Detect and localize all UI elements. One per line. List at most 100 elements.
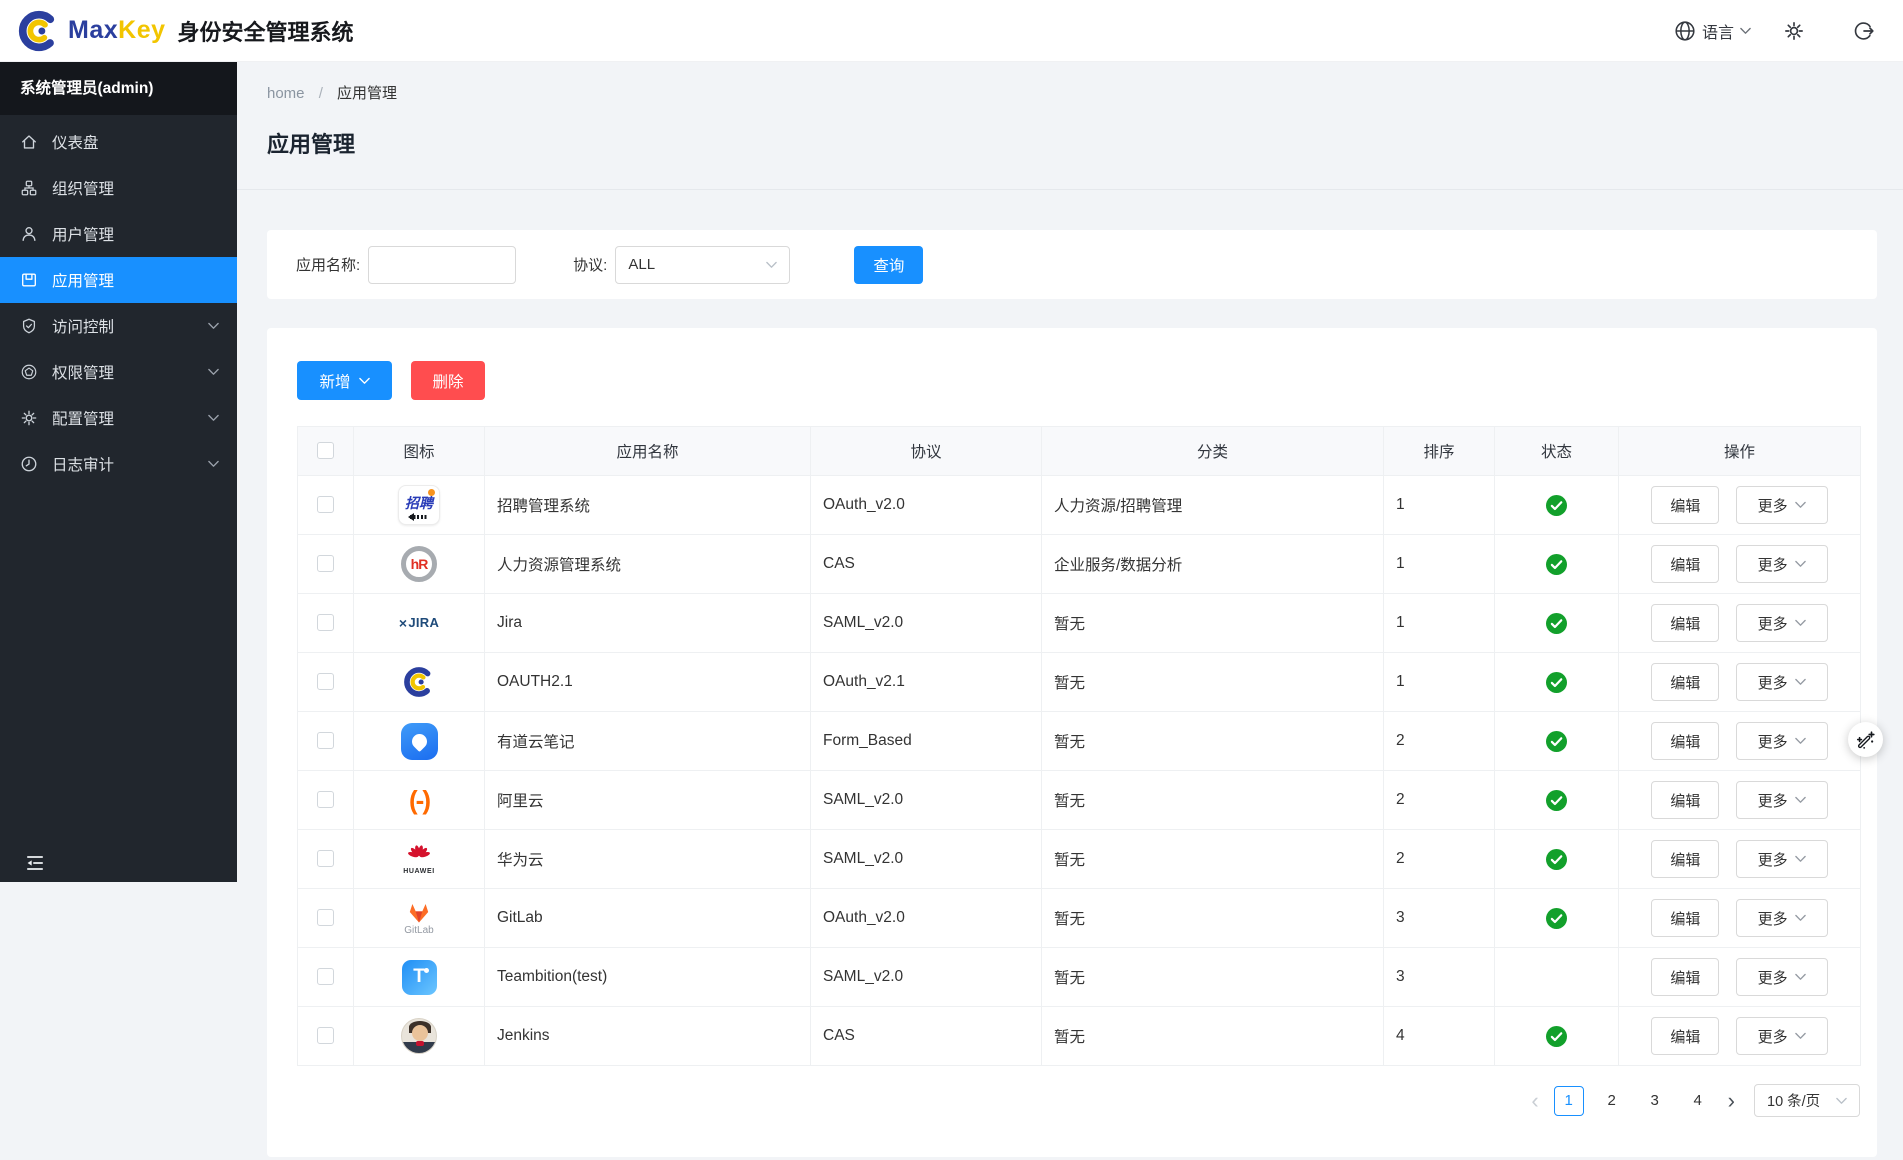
more-button[interactable]: 更多 <box>1736 663 1828 701</box>
sidebar-item-access-control[interactable]: 访问控制 <box>0 303 237 349</box>
row-checkbox[interactable] <box>317 496 334 513</box>
edit-button[interactable]: 编辑 <box>1651 781 1719 819</box>
sort-cell: 2 <box>1384 712 1495 771</box>
sidebar-item-applications[interactable]: 应用管理 <box>0 257 237 303</box>
hr-app-icon: hR <box>401 546 437 582</box>
edit-button[interactable]: 编辑 <box>1651 1017 1719 1055</box>
page-button-4[interactable]: 4 <box>1683 1086 1713 1116</box>
chevron-down-icon <box>1795 560 1806 568</box>
edit-button[interactable]: 编辑 <box>1651 958 1719 996</box>
more-button[interactable]: 更多 <box>1736 545 1828 583</box>
column-header-protocol: 协议 <box>811 427 1042 476</box>
divider <box>237 189 1903 190</box>
sidebar-item-dashboard[interactable]: 仪表盘 <box>0 119 237 165</box>
protocol-cell: SAML_v2.0 <box>811 594 1042 653</box>
edit-button[interactable]: 编辑 <box>1651 840 1719 878</box>
page-size-select[interactable]: 10 条/页 <box>1754 1084 1860 1117</box>
brand-key: Key <box>118 16 165 45</box>
language-menu[interactable]: 语言 <box>1674 19 1751 43</box>
category-cell: 暂无 <box>1042 889 1384 948</box>
protocol-cell: OAuth_v2.0 <box>811 476 1042 535</box>
more-button[interactable]: 更多 <box>1736 781 1828 819</box>
row-checkbox[interactable] <box>317 673 334 690</box>
select-all-checkbox[interactable] <box>317 442 334 459</box>
sort-cell: 2 <box>1384 830 1495 889</box>
protocol-label: 协议: <box>573 254 607 275</box>
globe-icon <box>1674 20 1696 42</box>
settings-button[interactable] <box>1783 20 1805 42</box>
edit-button[interactable]: 编辑 <box>1651 899 1719 937</box>
row-checkbox[interactable] <box>317 909 334 926</box>
app-name-cell: 人力资源管理系统 <box>485 535 811 594</box>
edit-button[interactable]: 编辑 <box>1651 722 1719 760</box>
category-cell: 企业服务/数据分析 <box>1042 535 1384 594</box>
next-page-button[interactable]: › <box>1726 1090 1737 1112</box>
more-button[interactable]: 更多 <box>1736 486 1828 524</box>
gitlab-app-icon: GitLab <box>404 901 433 936</box>
chevron-down-icon <box>1740 27 1751 35</box>
add-button[interactable]: 新增 <box>297 361 392 400</box>
app-name-cell: 阿里云 <box>485 771 811 830</box>
sidebar-collapse-button[interactable] <box>24 852 46 874</box>
app-header: Max Key 身份安全管理系统 语言 <box>0 0 1903 62</box>
delete-button[interactable]: 删除 <box>411 361 485 400</box>
logout-button[interactable] <box>1853 20 1875 42</box>
badge-icon <box>20 363 38 381</box>
sidebar-item-label: 用户管理 <box>52 223 114 245</box>
more-button[interactable]: 更多 <box>1736 722 1828 760</box>
row-checkbox[interactable] <box>317 791 334 808</box>
row-checkbox[interactable] <box>317 850 334 867</box>
column-header-name: 应用名称 <box>485 427 811 476</box>
more-button[interactable]: 更多 <box>1736 604 1828 642</box>
status-enabled-icon <box>1546 672 1567 693</box>
row-checkbox[interactable] <box>317 555 334 572</box>
edit-button[interactable]: 编辑 <box>1651 663 1719 701</box>
edit-button[interactable]: 编辑 <box>1651 486 1719 524</box>
more-button[interactable]: 更多 <box>1736 899 1828 937</box>
table-row: (-) 阿里云 SAML_v2.0 暂无 2 编辑 更多 <box>298 771 1861 830</box>
prev-page-button[interactable]: ‹ <box>1529 1090 1540 1112</box>
edit-button[interactable]: 编辑 <box>1651 545 1719 583</box>
sidebar-item-users[interactable]: 用户管理 <box>0 211 237 257</box>
more-button[interactable]: 更多 <box>1736 958 1828 996</box>
row-checkbox[interactable] <box>317 614 334 631</box>
app-name-input[interactable] <box>368 246 516 284</box>
row-checkbox[interactable] <box>317 968 334 985</box>
row-checkbox[interactable] <box>317 1027 334 1044</box>
sidebar-item-permissions[interactable]: 权限管理 <box>0 349 237 395</box>
sidebar-item-audit-logs[interactable]: 日志审计 <box>0 441 237 487</box>
page-button-3[interactable]: 3 <box>1640 1086 1670 1116</box>
table-row: Jenkins CAS 暂无 4 编辑 更多 <box>298 1007 1861 1066</box>
breadcrumb-home[interactable]: home <box>267 85 305 102</box>
search-button[interactable]: 查询 <box>854 246 923 284</box>
sidebar-item-configuration[interactable]: 配置管理 <box>0 395 237 441</box>
aliyun-app-icon: (-) <box>409 787 429 813</box>
gear-icon <box>20 409 38 427</box>
column-header-category: 分类 <box>1042 427 1384 476</box>
row-checkbox[interactable] <box>317 732 334 749</box>
page-button-2[interactable]: 2 <box>1597 1086 1627 1116</box>
sidebar-item-organizations[interactable]: 组织管理 <box>0 165 237 211</box>
more-button[interactable]: 更多 <box>1736 1017 1828 1055</box>
table-row: hR 人力资源管理系统 CAS 企业服务/数据分析 1 编辑 更多 <box>298 535 1861 594</box>
magic-wand-icon <box>1855 729 1877 751</box>
protocol-cell: Form_Based <box>811 712 1042 771</box>
chevron-down-icon <box>1795 1032 1806 1040</box>
category-cell: 暂无 <box>1042 830 1384 889</box>
chevron-down-icon <box>1795 678 1806 686</box>
more-button[interactable]: 更多 <box>1736 840 1828 878</box>
sidebar-item-label: 应用管理 <box>52 269 114 291</box>
select-all-header <box>298 427 354 476</box>
applications-table: 图标 应用名称 协议 分类 排序 状态 操作 招聘 招聘管理系统 OAuth_v… <box>297 426 1861 1066</box>
sort-cell: 2 <box>1384 771 1495 830</box>
app-name-cell: 招聘管理系统 <box>485 476 811 535</box>
edit-button[interactable]: 编辑 <box>1651 604 1719 642</box>
page-button-1[interactable]: 1 <box>1554 1086 1584 1116</box>
sidebar-item-label: 组织管理 <box>52 177 114 199</box>
status-enabled-icon <box>1546 613 1567 634</box>
protocol-cell: OAuth_v2.0 <box>811 889 1042 948</box>
app-name-cell: GitLab <box>485 889 811 948</box>
magic-wand-button[interactable] <box>1848 722 1883 757</box>
protocol-select[interactable]: ALL <box>615 246 790 284</box>
chevron-down-icon <box>1795 501 1806 509</box>
